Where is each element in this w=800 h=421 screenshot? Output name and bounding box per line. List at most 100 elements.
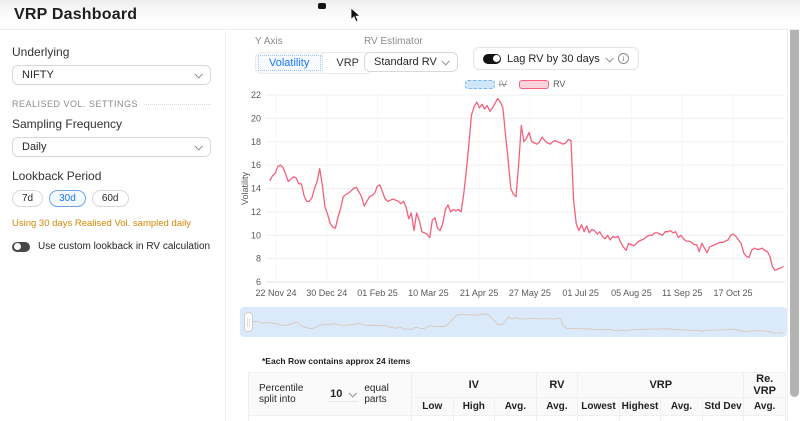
- bucket-cell: 0-10: [248, 415, 412, 421]
- svg-text:10 Mar 25: 10 Mar 25: [408, 288, 449, 298]
- vertical-scrollbar: [787, 0, 800, 421]
- lag-rv-toggle[interactable]: [483, 53, 501, 64]
- svg-text:17 Oct 25: 17 Oct 25: [713, 288, 752, 298]
- chart-brush[interactable]: [240, 307, 787, 337]
- svg-text:05 Aug 25: 05 Aug 25: [611, 288, 652, 298]
- sampling-frequency-value: Daily: [22, 141, 47, 153]
- table-subheader: Avg.: [494, 397, 537, 416]
- percentile-table: Percentile split into 10 equal parts IV R…: [248, 372, 786, 421]
- svg-text:30 Dec 24: 30 Dec 24: [306, 288, 347, 298]
- svg-text:8: 8: [256, 254, 261, 264]
- y-axis-option-volatility[interactable]: Volatility: [256, 53, 324, 73]
- y-axis-control-group: Y Axis Volatility VRP: [255, 36, 373, 74]
- rv-estimator-group: RV Estimator Standard RV: [364, 36, 458, 72]
- svg-text:01 Jul 25: 01 Jul 25: [562, 288, 599, 298]
- main-panel: Y Axis Volatility VRP RV Estimator Standa…: [226, 31, 787, 421]
- mouse-cursor-icon: [350, 8, 362, 23]
- table-subheader: Avg.: [743, 397, 786, 416]
- table-subheader: Low: [411, 397, 454, 416]
- legend-item-rv[interactable]: RV: [519, 79, 565, 89]
- dotted-divider: [144, 103, 211, 105]
- value-cell: 8.10%: [535, 415, 579, 421]
- table-subheader: High: [452, 397, 496, 416]
- sidebar: Underlying NIFTY REALISED VOL. SETTINGS …: [0, 31, 226, 421]
- sampling-frequency-label: Sampling Frequency: [12, 117, 123, 131]
- svg-text:22: 22: [251, 90, 261, 100]
- legend-label-iv: IV: [498, 79, 508, 89]
- underlying-label: Underlying: [12, 45, 70, 59]
- chevron-down-icon: [605, 53, 614, 63]
- realised-vol-section-title: REALISED VOL. SETTINGS: [12, 99, 139, 109]
- table-footnote: *Each Row contains approx 24 items: [262, 356, 411, 366]
- value-cell: 0.31%: [577, 415, 620, 421]
- svg-text:27 May 25: 27 May 25: [509, 288, 551, 298]
- svg-text:16: 16: [251, 160, 261, 170]
- chart-legend: IV RV: [240, 79, 790, 89]
- table-row: 0-108.69%9.72%9.29%8.10%0.31%2.48%1.19%0…: [248, 415, 786, 421]
- svg-text:12: 12: [251, 207, 261, 217]
- chevron-down-icon: [194, 70, 203, 79]
- chevron-down-icon: [441, 57, 450, 66]
- svg-text:20: 20: [251, 113, 261, 123]
- vrp-dashboard-page: VRP Dashboard Underlying NIFTY REALISED …: [0, 0, 800, 421]
- value-cell: 9.72%: [452, 415, 496, 421]
- lookback-note: Using 30 days Realised Vol. sampled dail…: [12, 218, 192, 229]
- table-group-header-vrp: VRP: [577, 372, 745, 398]
- legend-item-iv[interactable]: IV: [464, 79, 508, 89]
- series-line-rv: [269, 97, 784, 271]
- y-axis-label: Y Axis: [255, 36, 283, 47]
- svg-text:01 Feb 25: 01 Feb 25: [357, 288, 398, 298]
- brush-mini-chart: [243, 313, 784, 334]
- percentile-select[interactable]: 10: [327, 387, 359, 402]
- percentile-prefix: Percentile split into: [259, 383, 304, 405]
- chevron-down-icon: [348, 388, 358, 398]
- lookback-period-label: Lookback Period: [12, 169, 102, 183]
- svg-text:10: 10: [251, 230, 261, 240]
- custom-lookback-toggle[interactable]: [12, 241, 30, 252]
- lookback-options: 7d 30d 60d: [12, 190, 211, 207]
- lookback-chip-30d[interactable]: 30d: [49, 190, 86, 207]
- table-subheader: Std Dev: [701, 397, 745, 416]
- svg-text:11 Sep 25: 11 Sep 25: [662, 288, 702, 298]
- svg-text:Volatility: Volatility: [240, 171, 250, 205]
- percentile-header-cell: Percentile split into 10 equal parts: [248, 372, 412, 416]
- table-group-header-iv: IV: [411, 372, 537, 398]
- legend-swatch-rv: [519, 79, 550, 89]
- value-cell: 1.44%: [743, 415, 786, 421]
- rv-estimator-value: Standard RV: [374, 56, 437, 68]
- chevron-down-icon: [194, 142, 203, 151]
- value-cell: 2.48%: [618, 415, 662, 421]
- page-title: VRP Dashboard: [14, 6, 138, 23]
- rv-estimator-label: RV Estimator: [364, 36, 423, 47]
- custom-lookback-label: Use custom lookback in RV calculation: [38, 241, 211, 252]
- svg-text:22 Nov 24: 22 Nov 24: [255, 288, 296, 298]
- svg-text:6: 6: [256, 277, 261, 287]
- svg-text:14: 14: [251, 184, 261, 194]
- lag-rv-control[interactable]: Lag RV by 30 days i: [473, 47, 639, 70]
- value-cell: 0.54%: [701, 415, 745, 421]
- lookback-chip-60d[interactable]: 60d: [91, 190, 129, 207]
- underlying-value: NIFTY: [22, 69, 54, 81]
- table-subheader: Lowest: [577, 397, 620, 416]
- value-cell: 1.19%: [660, 415, 703, 421]
- percentile-value: 10: [330, 387, 343, 400]
- table-subheader: Avg.: [535, 397, 579, 416]
- svg-text:21 Apr 25: 21 Apr 25: [460, 288, 499, 298]
- info-icon[interactable]: i: [617, 53, 629, 64]
- scrollbar-thumb[interactable]: [789, 0, 799, 397]
- sampling-frequency-select[interactable]: Daily: [12, 137, 211, 157]
- value-cell: 8.69%: [411, 415, 454, 421]
- volatility-chart: 6 8 10 12 14 16 18 20 22 22 Nov 24 30 Dec 24 01 Feb…: [240, 90, 785, 298]
- rv-estimator-select[interactable]: Standard RV: [364, 52, 458, 72]
- custom-lookback-row: Use custom lookback in RV calculation: [12, 241, 211, 252]
- table-subheader: Highest: [618, 397, 662, 416]
- brush-left-handle[interactable]: [244, 312, 253, 332]
- black-pill-artifact: [318, 3, 326, 9]
- realised-vol-section-header: REALISED VOL. SETTINGS: [12, 99, 211, 109]
- y-axis-segmented: Volatility VRP: [255, 52, 373, 74]
- table-group-header-re-vrp: Re. VRP: [743, 372, 786, 398]
- lookback-chip-7d[interactable]: 7d: [12, 190, 44, 207]
- legend-label-rv: RV: [553, 79, 566, 89]
- table-subheader: Avg.: [660, 397, 703, 416]
- underlying-select[interactable]: NIFTY: [12, 65, 211, 85]
